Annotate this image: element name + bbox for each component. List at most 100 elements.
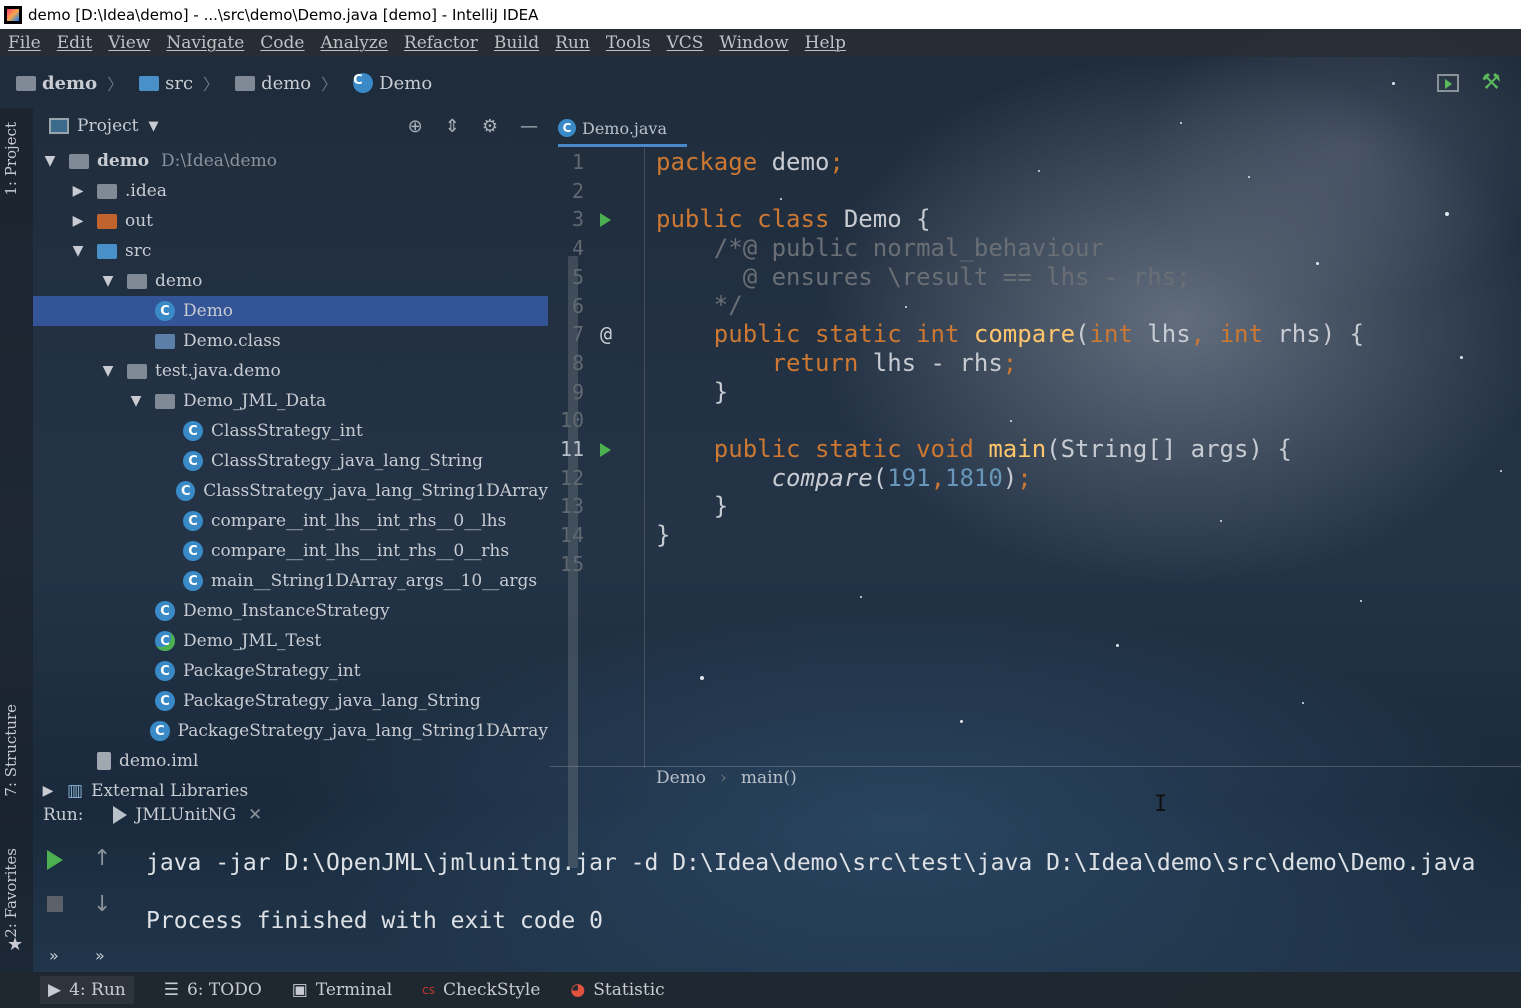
minimize-icon[interactable]: — <box>520 116 538 137</box>
expand-arrow-icon[interactable]: ▼ <box>101 273 115 289</box>
bottom-tab-run[interactable]: ▶ 4: Run <box>40 976 134 1004</box>
breadcrumb-class[interactable]: C Demo <box>353 73 432 94</box>
more-icon[interactable]: » <box>95 946 105 965</box>
arrow-down-icon[interactable]: ↓ <box>93 892 111 917</box>
collapse-arrow-icon[interactable]: ▶ <box>71 183 85 199</box>
run-panel-label: Run: <box>43 805 84 825</box>
run-configuration-icon[interactable] <box>1437 74 1460 92</box>
code-line: package demo; <box>656 148 1364 177</box>
tree-node-label: PackageStrategy_int <box>183 661 361 681</box>
tree-node[interactable]: demo.iml <box>33 746 548 776</box>
collapse-all-icon[interactable]: ⇕ <box>445 116 460 137</box>
chevron-down-icon[interactable]: ▼ <box>148 119 158 134</box>
tree-node[interactable]: ▼ demo <box>33 266 548 296</box>
editor-breadcrumb: Demo › main() <box>656 768 797 788</box>
expand-arrow-icon[interactable]: ▼ <box>43 153 57 169</box>
tree-node[interactable]: ▼ src <box>33 236 548 266</box>
tree-node[interactable]: C Demo_JML_Test <box>33 626 548 656</box>
menu-help[interactable]: Help <box>805 33 846 53</box>
class-icon: C <box>155 661 175 681</box>
bottom-tab-todo[interactable]: ☰ 6: TODO <box>164 980 262 1000</box>
breadcrumb-src[interactable]: src 〉 <box>139 71 219 95</box>
tree-node[interactable]: Ccompare__int_lhs__int_rhs__0__rhs <box>33 536 548 566</box>
stop-icon[interactable] <box>47 896 63 912</box>
editor-tab-demo-java[interactable]: C Demo.java <box>558 112 687 147</box>
editor-crumb-method[interactable]: main() <box>741 768 797 788</box>
text-cursor-icon: I <box>1154 792 1168 817</box>
run-gutter-icon[interactable] <box>600 443 611 457</box>
tree-node[interactable]: C ClassStrategy_java_lang_String1DArray <box>33 476 548 506</box>
tree-node[interactable]: C ClassStrategy_java_lang_String <box>33 446 548 476</box>
code-token: compare <box>973 320 1076 349</box>
tree-node[interactable]: Cmain__String1DArray_args__10__args <box>33 566 548 596</box>
menu-run[interactable]: Run <box>555 33 590 53</box>
arrow-up-icon[interactable]: ↑ <box>93 846 111 871</box>
collapse-arrow-icon[interactable]: ▶ <box>41 783 55 799</box>
menu-file[interactable]: File <box>8 33 41 53</box>
tree-node[interactable]: C PackageStrategy_java_lang_String <box>33 686 548 716</box>
editor-gutter: 1 2 3 4 5 6 7 8 9 10 11 12 13 14 15 @ <box>550 148 645 768</box>
expand-arrow-icon[interactable]: ▼ <box>101 363 115 379</box>
tree-node[interactable]: C Demo_InstanceStrategy <box>33 596 548 626</box>
run-gutter-icon[interactable] <box>600 213 611 228</box>
tree-node[interactable]: C ClassStrategy_int <box>33 416 548 446</box>
statistic-icon: ◕ <box>570 980 586 1000</box>
tab-favorites[interactable]: 2: Favorites <box>2 848 20 938</box>
gear-icon[interactable]: ⚙ <box>482 116 498 137</box>
tree-node-label: main__String1DArray_args__10__args <box>211 571 538 591</box>
tree-node[interactable]: C PackageStrategy_java_lang_String1DArray <box>33 716 548 746</box>
breadcrumb-package[interactable]: demo 〉 <box>235 71 337 95</box>
expand-arrow-icon[interactable]: ▼ <box>129 393 143 409</box>
menu-code[interactable]: Code <box>260 33 304 53</box>
tree-node[interactable]: ▶ .idea <box>33 176 548 206</box>
tree-node[interactable]: Demo.class <box>33 326 548 356</box>
editor-crumb-class[interactable]: Demo <box>656 768 706 788</box>
tree-node[interactable]: C PackageStrategy_int <box>33 656 548 686</box>
run-tab-jmlunitng[interactable]: JMLUnitNG ✕ <box>113 805 262 825</box>
tree-node[interactable]: ▼ Demo_JML_Data <box>33 386 548 416</box>
menu-window[interactable]: Window <box>719 33 788 53</box>
bottom-tab-terminal[interactable]: ▣ Terminal <box>292 980 392 1000</box>
collapse-arrow-icon[interactable]: ▶ <box>71 213 85 229</box>
breadcrumb-project[interactable]: demo 〉 <box>16 71 123 95</box>
code-area[interactable]: package demo; public class Demo { /*@ pu… <box>656 148 1364 578</box>
more-icon[interactable]: » <box>49 946 59 965</box>
menu-tools[interactable]: Tools <box>606 33 651 53</box>
build-hammer-icon[interactable]: ⚒ <box>1481 72 1501 94</box>
class-icon: C <box>155 301 175 321</box>
rerun-icon[interactable] <box>47 850 63 870</box>
line-number: 3 <box>571 207 584 232</box>
close-icon[interactable]: ✕ <box>248 805 262 825</box>
menu-build[interactable]: Build <box>494 33 539 53</box>
package-icon <box>127 273 147 289</box>
code-token: ( <box>872 463 888 492</box>
tree-node[interactable]: ▼ demo D:\Idea\demo <box>33 146 548 176</box>
test-class-icon: C <box>155 631 175 651</box>
tab-project[interactable]: 1: Project <box>2 122 20 196</box>
menu-vcs[interactable]: VCS <box>666 33 703 53</box>
tree-node-label: Demo_JML_Test <box>183 631 322 651</box>
override-at-icon[interactable]: @ <box>600 322 612 346</box>
bottom-tab-checkstyle[interactable]: cs CheckStyle <box>422 980 540 1000</box>
bottom-tab-statistic[interactable]: ◕ Statistic <box>570 980 664 1000</box>
menu-view[interactable]: View <box>108 33 150 53</box>
tree-node[interactable]: Ccompare__int_lhs__int_rhs__0__lhs <box>33 506 548 536</box>
console-line: Process finished with exit code 0 <box>146 908 603 934</box>
run-tab-label: JMLUnitNG <box>135 805 237 825</box>
menu-navigate[interactable]: Navigate <box>166 33 244 53</box>
run-console-output[interactable]: java -jar D:\OpenJML\jmlunitng.jar -d D:… <box>146 834 1475 950</box>
locate-icon[interactable]: ⊕ <box>408 116 423 137</box>
tree-node[interactable]: ▼ test.java.demo <box>33 356 548 386</box>
line-number: 5 <box>571 264 584 289</box>
star-icon[interactable]: ★ <box>7 934 23 955</box>
menu-edit[interactable]: Edit <box>57 33 93 53</box>
menu-refactor[interactable]: Refactor <box>404 33 478 53</box>
expand-arrow-icon[interactable]: ▼ <box>71 243 85 259</box>
tree-node[interactable]: C Demo <box>33 296 548 326</box>
class-icon: C <box>183 541 203 561</box>
tab-structure[interactable]: 7: Structure <box>2 704 20 797</box>
tree-node-label: External Libraries <box>91 781 249 801</box>
menu-analyze[interactable]: Analyze <box>320 33 387 53</box>
project-view-selector[interactable]: Project <box>77 116 138 136</box>
tree-node[interactable]: ▶ out <box>33 206 548 236</box>
